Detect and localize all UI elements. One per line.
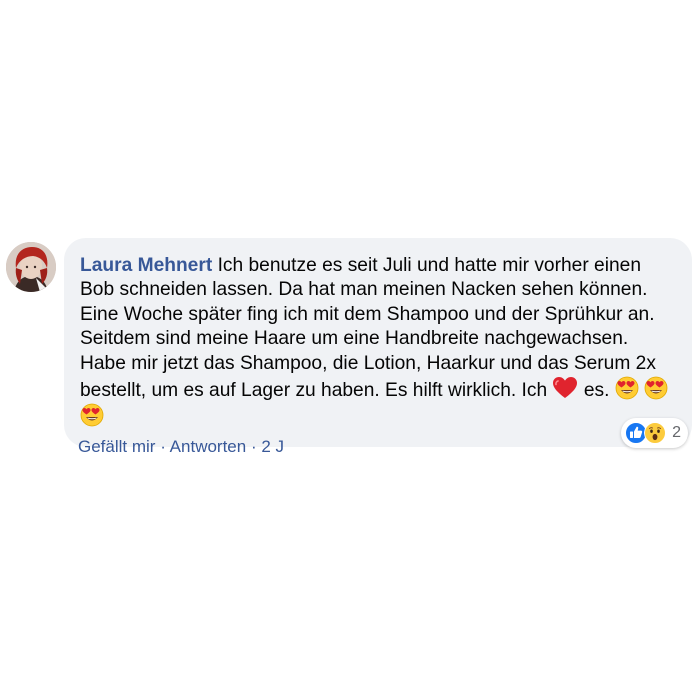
like-link[interactable]: Gefällt mir: [78, 437, 155, 456]
comment-author[interactable]: Laura Mehnert: [80, 255, 212, 276]
wow-icon: [644, 422, 667, 444]
avatar-image: [6, 242, 56, 292]
separator: ·: [160, 437, 166, 456]
reactions-summary[interactable]: 2: [621, 418, 688, 448]
heart-eyes-emoji-icon: [644, 376, 668, 400]
heart-eyes-emoji-icon: [615, 376, 639, 400]
avatar[interactable]: [6, 242, 56, 292]
comment-bubble: Laura Mehnert Ich benutze es seit Juli u…: [64, 238, 692, 447]
red-heart-emoji-icon: [552, 376, 578, 400]
comment-actions: Gefällt mir · Antworten · 2 J: [78, 437, 284, 457]
reaction-count: 2: [672, 424, 681, 441]
heart-eyes-emoji-icon: [80, 403, 104, 427]
comment-text-end: es.: [583, 380, 610, 402]
comment-timestamp[interactable]: 2 J: [261, 437, 284, 456]
separator: ·: [250, 437, 257, 456]
reply-link[interactable]: Antworten: [170, 437, 247, 456]
